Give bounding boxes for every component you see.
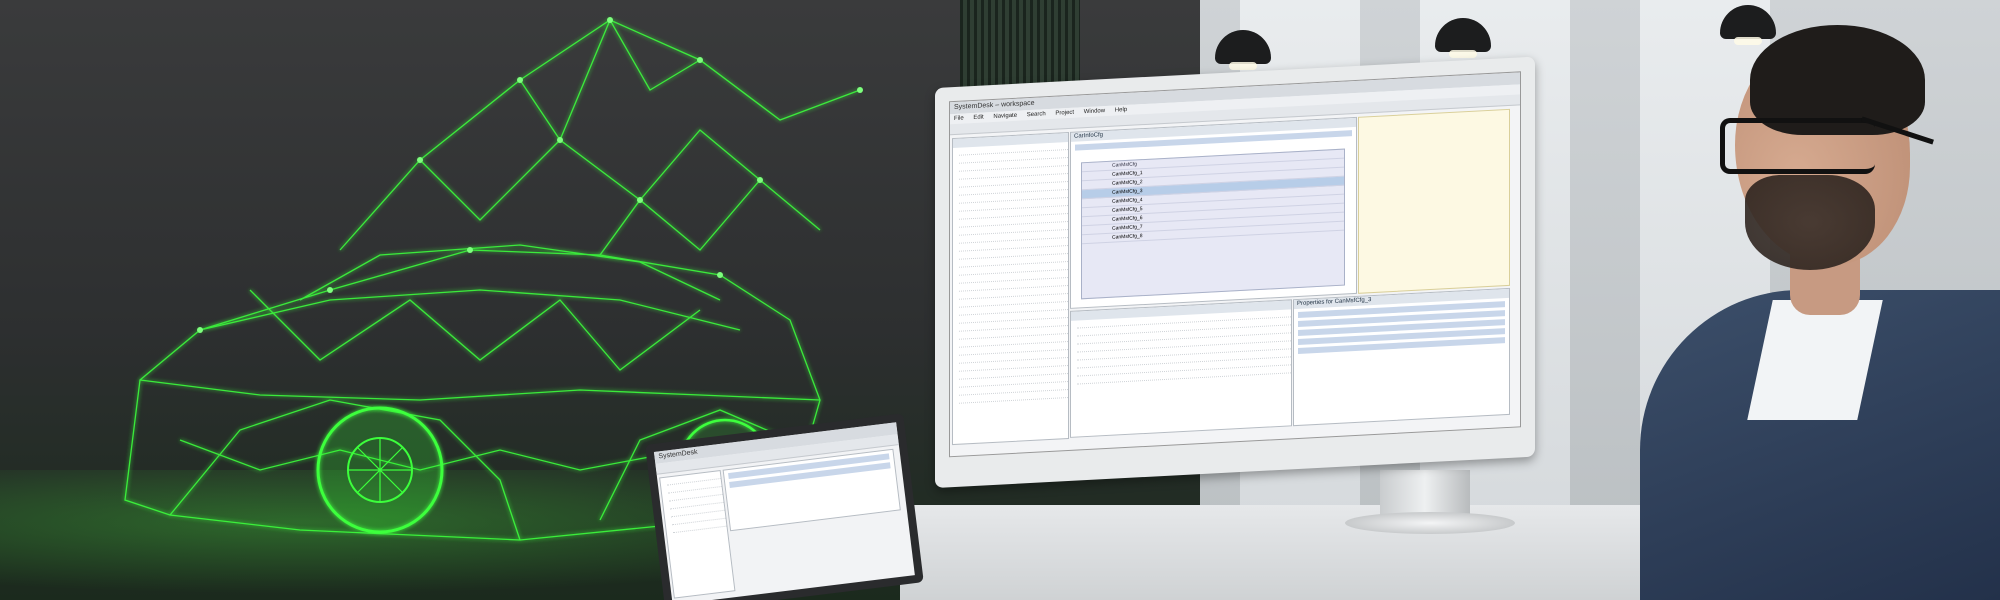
menu-help[interactable]: Help (1115, 107, 1127, 114)
data-grid: CanMsfCfg CanMsfCfg_1 CanMsfCfg_2 CanMsf… (1081, 148, 1345, 300)
menu-window[interactable]: Window (1084, 108, 1105, 115)
editor-panel: CarInfoCfg CanMsfCfg CanMsfCfg_1 CanMsfC… (1070, 116, 1357, 309)
project-explorer-panel (952, 131, 1069, 446)
menu-search[interactable]: Search (1027, 111, 1046, 118)
glasses-icon (1720, 118, 1875, 174)
monitor-base (1345, 512, 1515, 534)
menu-file[interactable]: File (954, 115, 964, 122)
laptop-screen: SystemDesk (653, 422, 915, 600)
help-panel (1358, 108, 1510, 294)
menu-project[interactable]: Project (1055, 110, 1074, 117)
properties-panel: Properties for CanMsfCfg_3 (1293, 287, 1510, 427)
outline-panel (1070, 299, 1292, 438)
laptop: SystemDesk (645, 413, 924, 600)
person-beard (1745, 175, 1875, 270)
menu-edit[interactable]: Edit (973, 114, 983, 121)
photo-scene: SystemDesk – workspace File Edit Navigat… (0, 0, 2000, 600)
monitor-screen: SystemDesk – workspace File Edit Navigat… (949, 71, 1521, 458)
desktop-monitor: SystemDesk – workspace File Edit Navigat… (935, 56, 1535, 489)
menu-navigate[interactable]: Navigate (993, 113, 1017, 120)
